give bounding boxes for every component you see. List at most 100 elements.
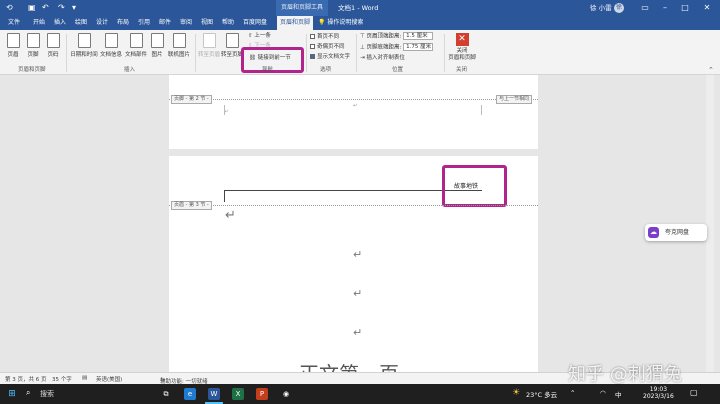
tab-view[interactable]: 视图 bbox=[198, 16, 216, 30]
tell-me-search[interactable]: 💡 操作说明搜索 bbox=[318, 16, 363, 30]
tab-design[interactable]: 设计 bbox=[93, 16, 111, 30]
header-button[interactable]: 页眉 bbox=[4, 33, 22, 58]
clock-date: 2023/3/16 bbox=[643, 393, 674, 400]
goto-header-button[interactable]: 转至页眉 bbox=[198, 33, 220, 58]
footer-from-bottom-input[interactable]: 1.75 厘米 bbox=[403, 43, 434, 51]
windows-start-icon[interactable]: ⊞ bbox=[6, 388, 18, 400]
footer-button[interactable]: 页脚 bbox=[24, 33, 42, 58]
tab-home[interactable]: 开始 bbox=[30, 16, 48, 30]
tab-review[interactable]: 审阅 bbox=[177, 16, 195, 30]
weather-icon[interactable]: ☀ bbox=[512, 388, 520, 398]
tab-insert[interactable]: 插入 bbox=[51, 16, 69, 30]
language[interactable]: 英语(美国) bbox=[96, 375, 122, 383]
group-label-position: 位置 bbox=[392, 67, 404, 73]
page-number-button[interactable]: 页码 bbox=[44, 33, 62, 58]
footer-from-bottom-row: ⊥ 页脚底端距离: 1.75 厘米 bbox=[360, 43, 434, 52]
margin-marker bbox=[224, 105, 225, 115]
insert-alignment-tab-button[interactable]: ⇥ 插入对齐制表位 bbox=[360, 54, 405, 62]
header-label: 页眉 bbox=[7, 52, 19, 58]
excel-icon[interactable]: X bbox=[232, 388, 244, 400]
maximize-icon[interactable]: □ bbox=[676, 0, 694, 16]
ribbon: 页眉 页脚 页码 页眉和页脚 日期和时间 文档信息 文档部件 图片 联机图片 插… bbox=[0, 30, 720, 75]
margin-marker bbox=[481, 105, 482, 115]
tab-baidu-netdisk[interactable]: 百度网盘 bbox=[240, 16, 270, 30]
paragraph-mark: ↵ bbox=[353, 326, 363, 339]
edge-icon[interactable]: e bbox=[184, 388, 196, 400]
goto-footer-button[interactable]: 转至页脚 bbox=[221, 33, 243, 58]
close-window-icon[interactable]: ✕ bbox=[698, 0, 716, 16]
tell-me-label: 操作说明搜索 bbox=[327, 19, 364, 26]
collapse-ribbon-icon[interactable]: ⌃ bbox=[708, 66, 714, 74]
taskbar: ⊞ ⌕ 搜索 ⧉ e W X P ◉ ☀ 23°C 多云 ⌃ ◠ 中 19:03… bbox=[0, 384, 720, 404]
search-icon[interactable]: ⌕ bbox=[26, 388, 30, 398]
online-picture-label: 联机图片 bbox=[167, 52, 190, 58]
paragraph-mark: ↵ bbox=[353, 287, 363, 300]
group-divider bbox=[356, 34, 357, 72]
footer-from-bottom-label: 页脚底端距离: bbox=[366, 44, 402, 51]
header-from-top-input[interactable]: 1.5 厘米 bbox=[403, 32, 434, 40]
vertical-scrollbar[interactable] bbox=[706, 75, 714, 372]
date-time-button[interactable]: 日期和时间 bbox=[70, 33, 98, 58]
taskbar-search[interactable]: 搜索 bbox=[40, 384, 54, 404]
picture-label: 图片 bbox=[151, 52, 163, 58]
page-count[interactable]: 第 3 页，共 6 页 bbox=[5, 375, 47, 383]
minimize-icon[interactable]: – bbox=[656, 0, 674, 16]
paragraph-mark: ↵ bbox=[225, 208, 236, 223]
highlight-box-header bbox=[442, 165, 507, 207]
quark-netdisk-pill[interactable]: ☁ 夸克网盘 bbox=[645, 224, 707, 241]
footer-boundary-line bbox=[169, 99, 538, 100]
task-view-icon[interactable]: ⧉ bbox=[160, 388, 172, 400]
goto-footer-label: 转至页脚 bbox=[221, 52, 244, 58]
different-first-page-checkbox[interactable]: 首页不同 bbox=[310, 33, 339, 41]
tab-layout[interactable]: 布局 bbox=[114, 16, 132, 30]
checkbox-icon bbox=[310, 44, 315, 49]
section-2-footer-tag: 页脚 - 第 2 节 - bbox=[171, 95, 212, 104]
pinned-app-icon[interactable]: ◉ bbox=[280, 388, 292, 400]
footer-label: 页脚 bbox=[27, 52, 39, 58]
close-header-footer-button[interactable]: ✕ 关闭 页眉和页脚 bbox=[446, 33, 478, 62]
different-odd-even-checkbox[interactable]: 奇偶页不同 bbox=[310, 43, 345, 51]
group-label-header-footer: 页眉和页脚 bbox=[18, 67, 46, 73]
previous-button[interactable]: ⇧ 上一条 bbox=[248, 32, 271, 40]
tab-references[interactable]: 引用 bbox=[135, 16, 153, 30]
document-parts-button[interactable]: 文档部件 bbox=[124, 33, 148, 58]
proofing-icon[interactable]: ▤ bbox=[82, 375, 87, 381]
user-name[interactable]: 徐 小雷 bbox=[590, 0, 612, 16]
document-info-label: 文档信息 bbox=[99, 52, 122, 58]
page-3: 故事地铁 页眉 - 第 3 节 - ↵ ↵ ↵ ↵ 正文第一页 bbox=[169, 156, 538, 372]
customize-quick-access-icon[interactable]: ▾ bbox=[72, 3, 76, 13]
document-parts-label: 文档部件 bbox=[124, 52, 147, 58]
document-area[interactable]: 页脚 - 第 2 节 - 与上一节相同 ↵ ↵ 故事地铁 页眉 - 第 3 节 … bbox=[0, 75, 720, 372]
network-icon[interactable]: ◠ bbox=[600, 389, 606, 397]
header-from-top-row: ⊤ 页眉顶端距离: 1.5 厘米 bbox=[360, 32, 434, 41]
tab-draw[interactable]: 绘图 bbox=[72, 16, 90, 30]
tab-header-footer[interactable]: 页眉和页脚 bbox=[277, 16, 314, 30]
online-picture-button[interactable]: 联机图片 bbox=[166, 33, 192, 58]
clock[interactable]: 19:03 2023/3/16 bbox=[643, 386, 674, 400]
group-divider bbox=[195, 34, 196, 72]
tab-help[interactable]: 帮助 bbox=[219, 16, 237, 30]
autosave-icon[interactable]: ⟲ bbox=[6, 3, 13, 13]
ribbon-tabs: 文件 开始 插入 绘图 设计 布局 引用 邮件 审阅 视图 帮助 百度网盘 页眉… bbox=[0, 16, 720, 30]
word-count[interactable]: 35 个字 bbox=[52, 375, 72, 383]
page-number-label: 页码 bbox=[47, 52, 59, 58]
ribbon-display-icon[interactable]: ▭ bbox=[636, 0, 654, 16]
redo-icon[interactable]: ↷ bbox=[58, 3, 65, 13]
ime-indicator[interactable]: 中 bbox=[615, 389, 622, 399]
weather-text[interactable]: 23°C 多云 bbox=[526, 389, 557, 399]
word-icon[interactable]: W bbox=[208, 388, 220, 400]
group-label-options: 选项 bbox=[320, 67, 332, 73]
picture-button[interactable]: 图片 bbox=[149, 33, 165, 58]
checked-checkbox-icon bbox=[310, 54, 315, 59]
show-hidden-icons[interactable]: ⌃ bbox=[570, 389, 575, 397]
notifications-icon[interactable]: ▢ bbox=[690, 388, 698, 397]
show-document-text-checkbox[interactable]: 显示文档文字 bbox=[310, 53, 350, 61]
group-divider bbox=[444, 34, 445, 72]
powerpoint-icon[interactable]: P bbox=[256, 388, 268, 400]
save-icon[interactable]: ▣ bbox=[28, 3, 36, 13]
tab-file[interactable]: 文件 bbox=[5, 16, 23, 30]
undo-icon[interactable]: ↶ bbox=[42, 3, 49, 13]
tab-mailings[interactable]: 邮件 bbox=[156, 16, 174, 30]
document-info-button[interactable]: 文档信息 bbox=[99, 33, 123, 58]
avatar[interactable]: 徐 bbox=[614, 3, 624, 13]
